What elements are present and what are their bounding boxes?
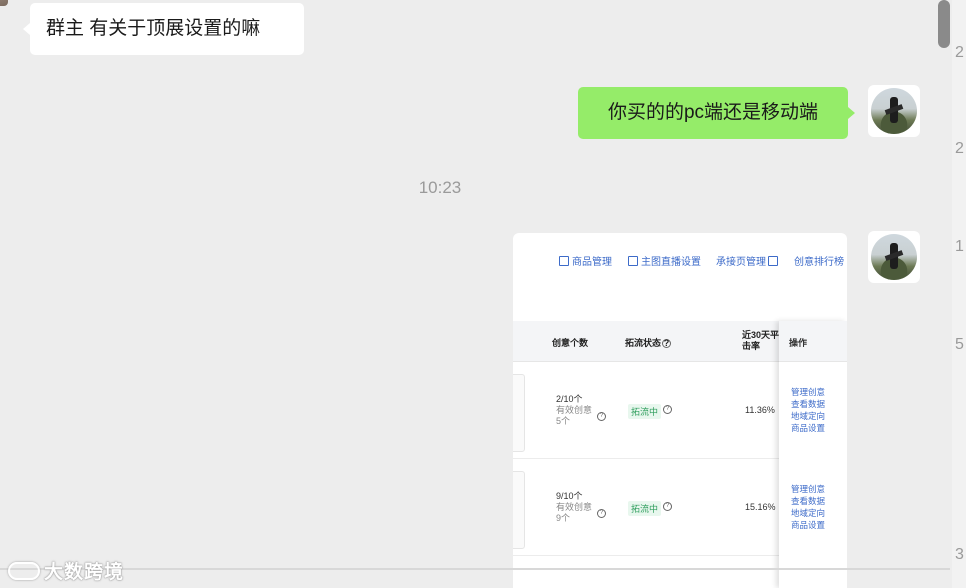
help-icon: ? — [597, 412, 606, 421]
help-icon: ? — [597, 509, 606, 518]
adjacent-panel-edge — [952, 0, 966, 588]
edge-number: 1 — [955, 238, 964, 255]
creative-count-cell: 2/10个 有效创意 5个 ? — [556, 394, 606, 427]
watermark: 大数跨境 — [8, 557, 124, 584]
outgoing-message-text: 你买的的pc端还是移动端 — [607, 102, 819, 123]
incoming-message-text: 群主 有关于顶展设置的嘛 — [46, 18, 261, 39]
region-targeting-link: 地域定向 — [791, 411, 826, 421]
status-badge: 拓流中 — [628, 501, 662, 516]
row-actions: 管理创意 查看数据 地域定向 商品设置 — [791, 386, 825, 434]
help-icon: ? — [662, 338, 672, 348]
count-value: 2/10个 — [556, 394, 583, 404]
header-actions: 操作 — [789, 338, 808, 348]
external-link-icon — [768, 256, 778, 266]
input-area-divider — [0, 568, 950, 570]
edge-number: 3 — [955, 546, 964, 563]
status-badge: 拓流中 — [628, 404, 662, 419]
watermark-text: 大数跨境 — [44, 562, 125, 583]
manage-creative-link: 管理创意 — [791, 484, 826, 494]
ctr-value: 15.16% — [745, 502, 776, 512]
watermark-logo-icon — [8, 562, 40, 580]
header-ctr-line2: 击率 — [742, 341, 761, 351]
valid-count: 5个 — [556, 416, 571, 426]
message-timestamp: 10:23 — [418, 178, 462, 197]
view-data-link: 查看数据 — [791, 399, 826, 409]
view-data-link: 查看数据 — [791, 496, 826, 506]
header-ctr: 近30天平 击率 — [742, 330, 779, 352]
valid-count: 9个 — [556, 513, 571, 523]
product-settings-link: 商品设置 — [791, 520, 826, 530]
nav-landing-page: 承接页管理 — [716, 253, 778, 268]
sender-avatar[interactable] — [0, 0, 8, 6]
creative-thumbnail — [513, 471, 525, 549]
edge-number: 5 — [955, 336, 964, 353]
header-creative-count: 创意个数 — [552, 338, 589, 348]
valid-label: 有效创意 — [556, 502, 593, 512]
incoming-message-bubble[interactable]: 群主 有关于顶展设置的嘛 — [23, 3, 304, 55]
nav-label: 创意排行榜 — [794, 257, 844, 268]
region-targeting-link: 地域定向 — [791, 508, 826, 518]
screenshot-nav: 商品管理 主图直播设置 承接页管理 创意排行榜 — [513, 253, 847, 269]
outgoing-message-bubble[interactable]: 你买的的pc端还是移动端 — [578, 87, 855, 139]
row-actions: 管理创意 查看数据 地域定向 商品设置 — [791, 483, 825, 531]
nav-live-settings: 主图直播设置 — [628, 253, 701, 268]
product-settings-link: 商品设置 — [791, 423, 826, 433]
creative-count-cell: 9/10个 有效创意 9个 ? — [556, 491, 606, 524]
calendar-icon — [559, 256, 569, 266]
plus-box-icon — [628, 256, 638, 266]
image-message[interactable]: 商品管理 主图直播设置 承接页管理 创意排行榜 创意个数 拓流状态? 近30天平… — [513, 233, 847, 588]
header-traffic-status: 拓流状态? — [625, 336, 672, 349]
my-avatar[interactable] — [868, 85, 920, 137]
header-ctr-line1: 近30天平 — [742, 330, 780, 340]
count-value: 9/10个 — [556, 491, 583, 501]
scrollbar-thumb[interactable] — [938, 0, 950, 48]
manage-creative-link: 管理创意 — [791, 387, 826, 397]
header-actions-cell: 操作 — [779, 321, 847, 362]
ctr-value: 11.36% — [745, 405, 775, 415]
nav-creative-ranking: 创意排行榜 — [794, 253, 844, 268]
nav-label: 商品管理 — [572, 257, 612, 268]
actions-column: 操作 管理创意 查看数据 地域定向 商品设置 管理创意 查看数据 地域定向 商品… — [779, 321, 847, 588]
header-label: 拓流状态 — [625, 338, 662, 348]
nav-product-manage: 商品管理 — [559, 253, 612, 268]
help-icon: ? — [663, 405, 672, 414]
nav-label: 主图直播设置 — [641, 257, 701, 268]
my-avatar[interactable] — [868, 231, 920, 283]
nav-label: 承接页管理 — [716, 257, 766, 268]
valid-label: 有效创意 — [556, 405, 593, 415]
creative-thumbnail — [513, 374, 525, 452]
edge-number: 2 — [955, 44, 964, 61]
edge-number: 2 — [955, 140, 964, 157]
help-icon: ? — [663, 502, 672, 511]
